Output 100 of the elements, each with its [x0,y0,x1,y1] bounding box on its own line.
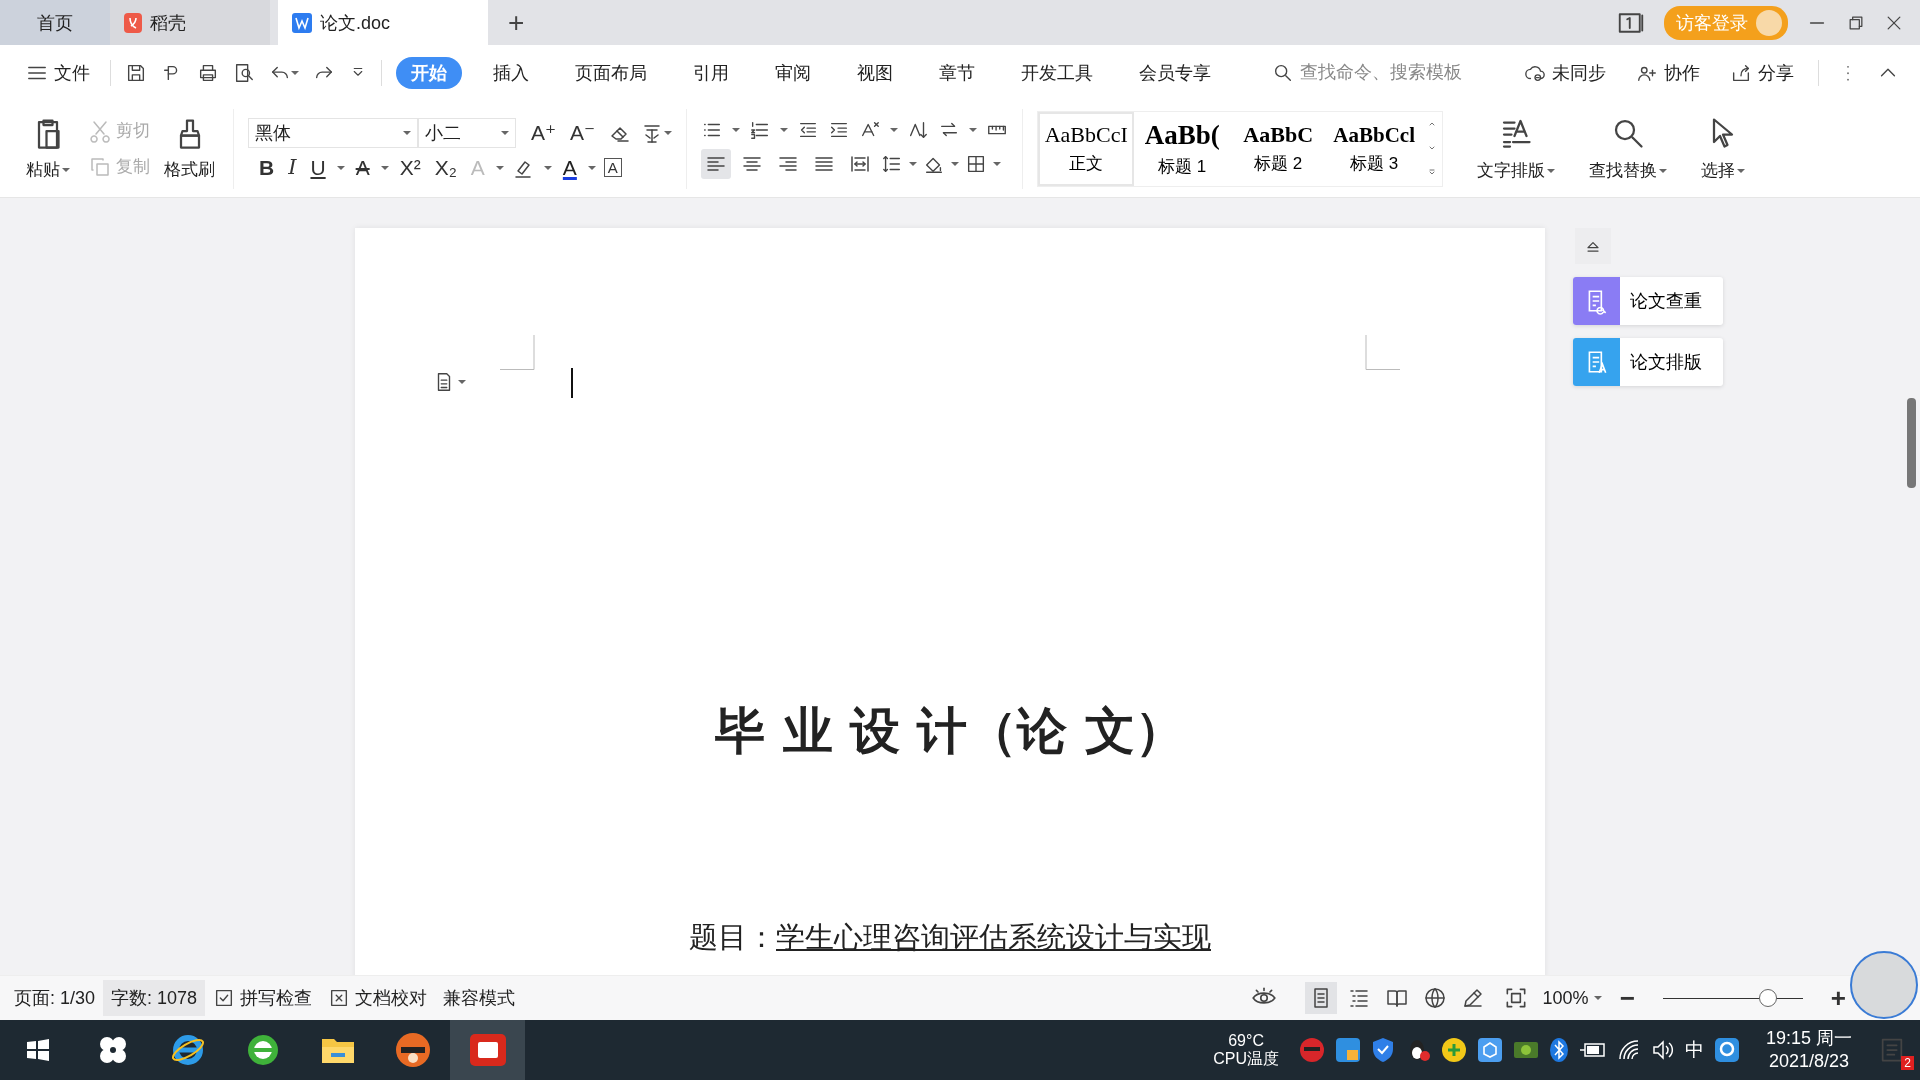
office-app-icon [469,1034,506,1066]
bluetooth-icon[interactable] [1548,1037,1569,1063]
document-tab[interactable]: 首页 [0,0,110,45]
page-count[interactable]: 页面: 1/30 [6,980,104,1016]
word-count[interactable]: 字数: 1078 [103,980,206,1016]
caret-icon[interactable] [909,160,918,167]
speaker-icon[interactable] [1650,1039,1675,1061]
caret-icon[interactable] [458,379,466,385]
subject-text: 学生心理咨询评估系统设计与实现 [776,920,1211,955]
browser-icon [245,1033,280,1067]
caret-icon[interactable] [495,164,504,171]
caret-icon[interactable] [780,126,789,133]
caret-icon[interactable] [1737,167,1746,174]
italic-button[interactable]: I [285,157,300,178]
ribbon-tab[interactable]: 章节 [924,56,990,89]
paste-button[interactable]: 粘贴 [22,114,74,183]
caret-icon[interactable] [291,69,299,76]
file-menu[interactable]: 文件 [20,56,96,89]
caret-icon[interactable] [951,160,960,167]
proofread-button[interactable]: 文档校对 [320,980,436,1016]
cube-icon[interactable] [1476,1037,1503,1063]
font-name-field[interactable]: 黑体 [248,117,418,148]
command-search-field[interactable]: 查找命令、搜索模板 [1272,61,1512,84]
sync-button[interactable]: 未同步 [1518,56,1612,89]
zoom-in-button[interactable]: + [1826,982,1850,1014]
app-icon[interactable] [1713,1037,1740,1063]
corner-mark [500,335,535,370]
ribbon-tab[interactable]: 开发工具 [1006,56,1108,89]
grow-font-button[interactable]: A⁺ [528,122,560,143]
slider-thumb[interactable] [1758,989,1777,1007]
system-clock[interactable]: 19:15 周一 2021/8/23 [1765,1026,1852,1074]
caret-icon[interactable] [62,166,70,173]
caret-icon[interactable] [969,126,978,133]
font-size-field[interactable]: 小二 [418,117,516,148]
document-tab[interactable]: 论文.doc [278,0,488,45]
find-button[interactable]: 查找替换 [1585,113,1672,184]
plus-circle-icon[interactable] [1440,1037,1467,1063]
preview-icon[interactable] [233,61,255,84]
notification-badge: 2 [1901,1056,1914,1070]
windows-start-icon [25,1038,50,1062]
collab-button[interactable]: 协作 [1630,56,1706,89]
style-preset[interactable]: AaBbCcI 正文 [1038,111,1135,186]
new-tab-button[interactable]: + [488,0,545,45]
ribbon-tab[interactable]: 视图 [842,56,908,89]
scrollbar-thumb[interactable] [1907,398,1916,488]
shrink-font-button[interactable]: A⁻ [567,122,599,143]
caret-icon[interactable] [732,126,741,133]
ribbon-tab[interactable]: 插入 [478,56,544,89]
color-button[interactable]: A [559,157,580,178]
cpu-temperature-widget[interactable]: 69°C CPU温度 [1213,1032,1279,1068]
ribbon-tab[interactable]: 会员专享 [1124,56,1226,89]
caret-icon[interactable] [380,164,389,171]
side-tool-button[interactable]: 论文排版 [1573,338,1723,386]
document-tab[interactable]: 稻壳 [110,0,270,45]
align-left-button[interactable] [701,148,732,179]
globe-icon [1422,986,1447,1010]
caret-icon[interactable] [403,129,411,136]
ribbon-tab[interactable]: 引用 [678,56,744,89]
compat-mode-label: 兼容模式 [442,987,517,1010]
format-painter-button[interactable]: 格式刷 [160,114,219,183]
ribbon-tab[interactable]: 审阅 [760,56,826,89]
mascot-icon[interactable] [1298,1037,1325,1063]
sup-button[interactable]: X² [396,157,424,178]
document-icon [292,12,312,33]
caret-icon[interactable] [543,164,552,171]
subject-label: 题目： [689,920,776,955]
caret-icon[interactable] [1547,167,1556,174]
underline-button[interactable]: U [307,157,329,178]
side-tool-button[interactable]: 论文查重 [1573,277,1723,325]
caret-icon[interactable] [1659,167,1668,174]
share-button[interactable]: 分享 [1724,56,1800,89]
zoom-out-button[interactable]: − [1615,982,1639,1014]
bold-button[interactable]: B [256,157,278,178]
spell-check-button[interactable]: 拼写检查 [205,980,321,1016]
view-mode-button[interactable] [1304,982,1337,1014]
caret-icon[interactable] [664,129,673,136]
ribbon-tab[interactable]: 页面布局 [560,56,662,89]
layout-button[interactable]: 文字排版 [1473,113,1560,184]
select-button[interactable]: 选择 [1697,113,1750,184]
wifi-icon[interactable] [1616,1039,1641,1061]
caret-icon[interactable] [1593,995,1602,1001]
caret-icon[interactable] [336,164,345,171]
strike-button[interactable]: A [352,157,373,178]
graphics-card-icon[interactable] [1512,1039,1539,1061]
caret-icon[interactable] [993,160,1002,167]
browser-icon [170,1033,205,1067]
mascot-icon [394,1032,431,1068]
shield-icon[interactable] [1370,1037,1395,1063]
caret-icon[interactable] [890,126,899,133]
transfer-icon[interactable] [1334,1037,1361,1063]
zoom-level-dropdown[interactable]: 100% [1542,987,1602,1009]
taskbar-button[interactable] [450,1020,525,1080]
caret-icon[interactable] [587,164,596,171]
input-method-indicator[interactable]: 中 [1684,1037,1704,1063]
battery-icon[interactable] [1578,1040,1607,1060]
caret-icon[interactable] [501,129,509,136]
collapse-button[interactable] [1575,228,1611,264]
sub-button[interactable]: X₂ [431,157,460,178]
border-button[interactable]: A [603,158,622,177]
text-cursor [571,368,573,398]
